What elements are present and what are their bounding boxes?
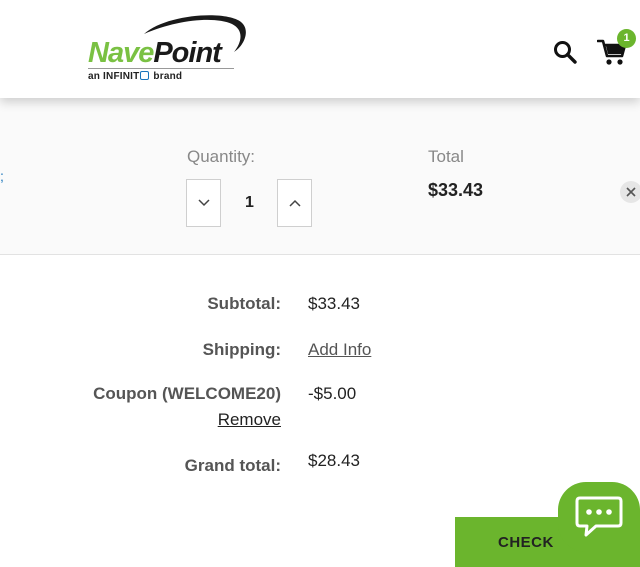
navepoint-logo[interactable]: NavePoint an INFINIT brand — [86, 12, 256, 88]
site-header: NavePoint an INFINIT brand 1 — [0, 0, 640, 98]
subtotal-value: $33.43 — [308, 294, 360, 313]
remove-item-button[interactable] — [620, 181, 640, 203]
grand-total-value: $28.43 — [308, 451, 360, 470]
quantity-decrease-button[interactable] — [186, 179, 221, 227]
infinit-mark-icon — [140, 71, 150, 80]
quantity-input[interactable]: 1 — [222, 179, 277, 227]
item-total-label: Total — [428, 147, 464, 166]
chat-icon — [575, 496, 623, 537]
chevron-down-icon — [197, 199, 210, 207]
shipping-add-info-link[interactable]: Add Info — [308, 340, 371, 360]
chat-widget-button[interactable] — [558, 482, 640, 552]
quantity-increase-button[interactable] — [277, 179, 312, 227]
shipping-label: Shipping: — [202, 340, 281, 359]
cart-count-badge: 1 — [617, 29, 636, 48]
subtotal-label: Subtotal: — [207, 294, 281, 313]
checkout-button-label: CHECK — [498, 533, 554, 551]
coupon-discount-value: -$5.00 — [308, 384, 357, 403]
cart-item-row — [0, 98, 640, 255]
search-icon[interactable] — [553, 40, 577, 64]
item-total-value: $33.43 — [428, 180, 484, 200]
logo-divider — [88, 68, 234, 69]
quantity-label: Quantity: — [187, 147, 256, 166]
remove-coupon-link[interactable]: Remove — [218, 410, 281, 430]
item-edge-mark: ; — [0, 168, 4, 184]
chevron-up-icon — [288, 199, 301, 207]
coupon-label: Coupon (WELCOME20) — [93, 384, 281, 403]
grand-total-label: Grand total: — [184, 456, 281, 475]
close-icon — [626, 187, 636, 197]
logo-tagline: an INFINIT brand — [88, 71, 183, 82]
logo-wordmark: NavePoint — [88, 37, 222, 69]
